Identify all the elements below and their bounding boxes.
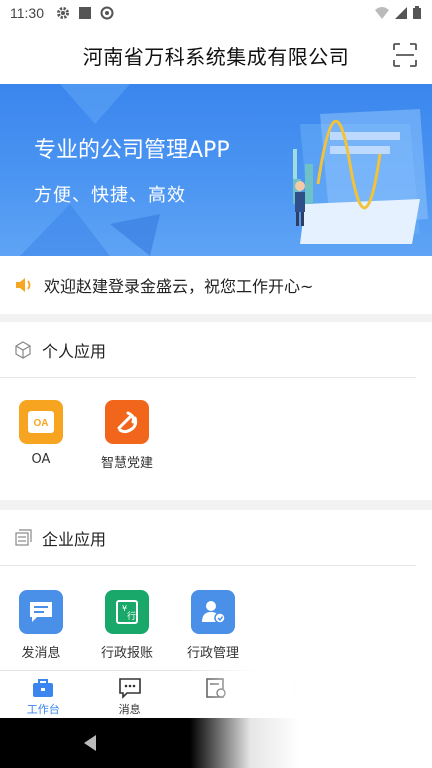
status-time: 11:30 (10, 5, 44, 21)
tab-contacts[interactable] (259, 671, 345, 718)
svg-text:行: 行 (127, 610, 136, 622)
app-header: 河南省万科系统集成有限公司 (0, 26, 432, 84)
admin-icon (191, 590, 235, 634)
tab-label: 工作台 (26, 703, 60, 716)
section-title: 企业应用 (42, 529, 107, 549)
contacts-icon (293, 678, 312, 698)
tab-profile[interactable] (346, 671, 432, 718)
app-label: OA (31, 452, 51, 467)
notice-text: 欢迎赵建登录金盛云，祝您工作开心~ (44, 277, 314, 296)
tab-bar: 工作台 消息 (0, 670, 432, 718)
tab-label: 消息 (118, 703, 141, 716)
app-party[interactable]: 智慧党建 (101, 400, 190, 471)
status-bar: 11:30 (0, 0, 432, 26)
tab-report[interactable] (173, 671, 259, 718)
section-header: 企业应用 (0, 510, 416, 566)
scan-icon[interactable] (392, 42, 418, 68)
section-title: 个人应用 (42, 341, 107, 361)
sync-icon (100, 6, 114, 20)
app-label: 智慧党建 (101, 456, 154, 471)
tab-messages[interactable]: 消息 (86, 671, 172, 718)
back-icon[interactable] (80, 733, 100, 753)
cube-icon (15, 340, 31, 359)
report-icon (206, 678, 226, 698)
square-icon (79, 7, 91, 19)
signal-icon (395, 7, 407, 19)
app-message[interactable]: 发消息 (18, 590, 104, 661)
personal-apps-section: 个人应用 OA OA 智慧党建 (0, 322, 432, 500)
banner[interactable]: 专业的公司管理APP 方便、快捷、高效 (0, 84, 432, 256)
app-admin[interactable]: 行政管理 (187, 590, 276, 661)
banner-illustration (20, 84, 428, 256)
notice-bar[interactable]: 欢迎赵建登录金盛云，祝您工作开心~ (0, 256, 432, 314)
banner-title: 专业的公司管理APP (34, 138, 230, 163)
app-label: 发消息 (21, 646, 61, 661)
battery-icon (413, 6, 421, 19)
wifi-icon (375, 7, 389, 19)
enterprise-icon (15, 528, 32, 546)
settings-icon (57, 7, 69, 19)
page-title: 河南省万科系统集成有限公司 (82, 44, 350, 69)
svg-text:OA: OA (34, 418, 49, 429)
app-label: 行政管理 (187, 646, 240, 661)
system-nav-bar (0, 718, 432, 768)
app-label: 行政报账 (101, 646, 154, 661)
enterprise-apps-section: 企业应用 发消息 ¥ 行 行政报账 行政管理 (0, 510, 432, 670)
app-reimburse[interactable]: ¥ 行 行政报账 (101, 590, 190, 661)
speaker-icon (16, 278, 31, 292)
app-oa[interactable]: OA OA (18, 400, 104, 471)
oa-icon: OA (19, 400, 63, 444)
tab-workbench[interactable]: 工作台 (0, 671, 86, 718)
banner-subtitle: 方便、快捷、高效 (34, 185, 186, 206)
section-header: 个人应用 (0, 322, 416, 378)
reimburse-icon: ¥ 行 (105, 590, 149, 634)
message-icon (19, 590, 63, 634)
party-icon (105, 400, 149, 444)
chat-icon (118, 678, 141, 699)
profile-icon (379, 678, 399, 699)
briefcase-icon (33, 679, 54, 697)
